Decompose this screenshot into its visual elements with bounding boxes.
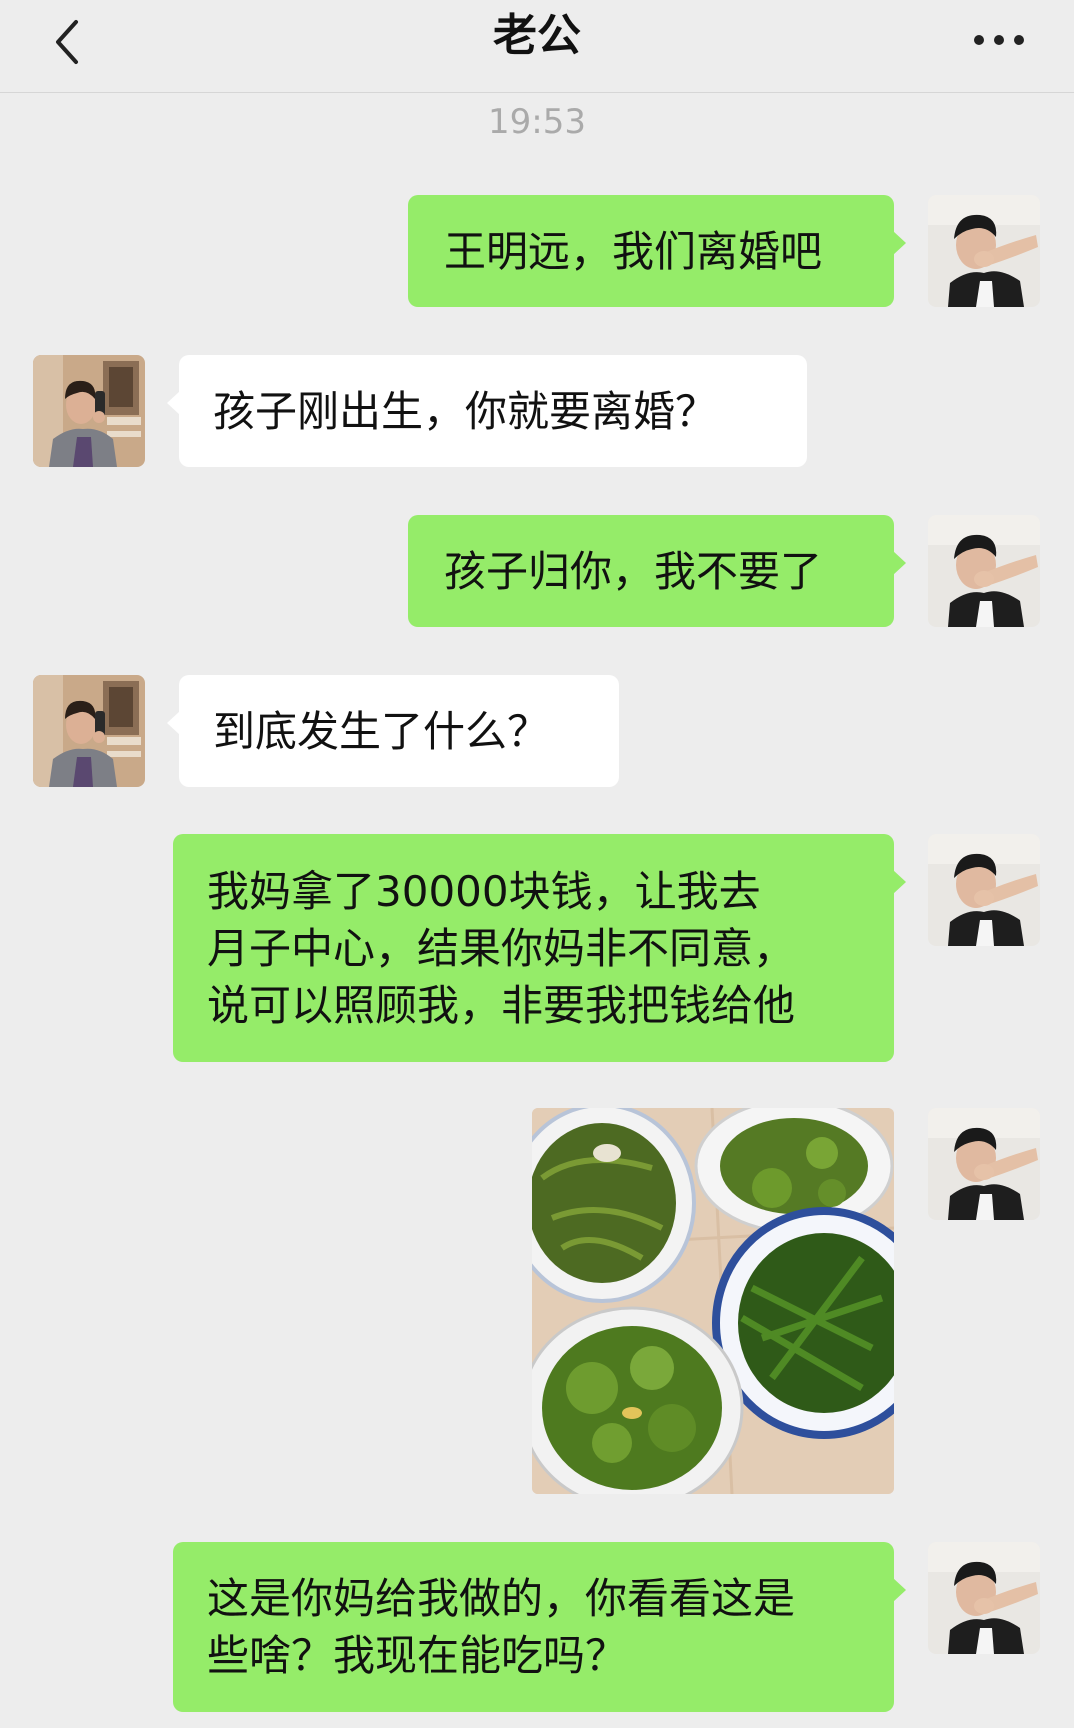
message-bubble-received[interactable]: 孩子刚出生，你就要离婚？ bbox=[167, 355, 807, 467]
message-text: 王明远，我们离婚吧 bbox=[444, 226, 823, 276]
chat-title: 老公 bbox=[493, 10, 581, 61]
message-bubble-sent[interactable]: 我妈拿了30000块钱，让我去 月子中心，结果你妈非不同意， 说可以照顾我，非要… bbox=[173, 834, 906, 1062]
my-avatar[interactable] bbox=[928, 515, 1040, 627]
message-bubble-sent[interactable]: 孩子归你，我不要了 bbox=[408, 515, 906, 627]
message-image[interactable] bbox=[532, 1108, 894, 1494]
message-text: 孩子刚出生，你就要离婚？ bbox=[213, 386, 718, 436]
message-text: 孩子归你，我不要了 bbox=[444, 546, 823, 596]
vegetable-dishes-photo bbox=[532, 1108, 894, 1494]
more-dots-icon bbox=[974, 35, 1024, 45]
message-bubble-received[interactable]: 到底发生了什么？ bbox=[167, 675, 619, 787]
my-avatar[interactable] bbox=[928, 195, 1040, 307]
chat-header: 老公 bbox=[0, 0, 1074, 93]
message-bubble-sent[interactable]: 王明远，我们离婚吧 bbox=[408, 195, 906, 307]
contact-avatar[interactable] bbox=[33, 355, 145, 467]
message-bubble-sent[interactable]: 这是你妈给我做的，你看看这是 些啥？我现在能吃吗？ bbox=[173, 1542, 906, 1712]
message-text: 到底发生了什么？ bbox=[213, 706, 550, 756]
my-avatar[interactable] bbox=[928, 1108, 1040, 1220]
more-options-button[interactable] bbox=[964, 10, 1034, 70]
my-avatar[interactable] bbox=[928, 834, 1040, 946]
message-text: 这是你妈给我做的，你看看这是 些啥？我现在能吃吗？ bbox=[207, 1574, 796, 1680]
contact-avatar[interactable] bbox=[33, 675, 145, 787]
message-timestamp: 19:53 bbox=[488, 102, 586, 142]
message-text: 我妈拿了30000块钱，让我去 月子中心，结果你妈非不同意， 说可以照顾我，非要… bbox=[207, 866, 796, 1030]
my-avatar[interactable] bbox=[928, 1542, 1040, 1654]
